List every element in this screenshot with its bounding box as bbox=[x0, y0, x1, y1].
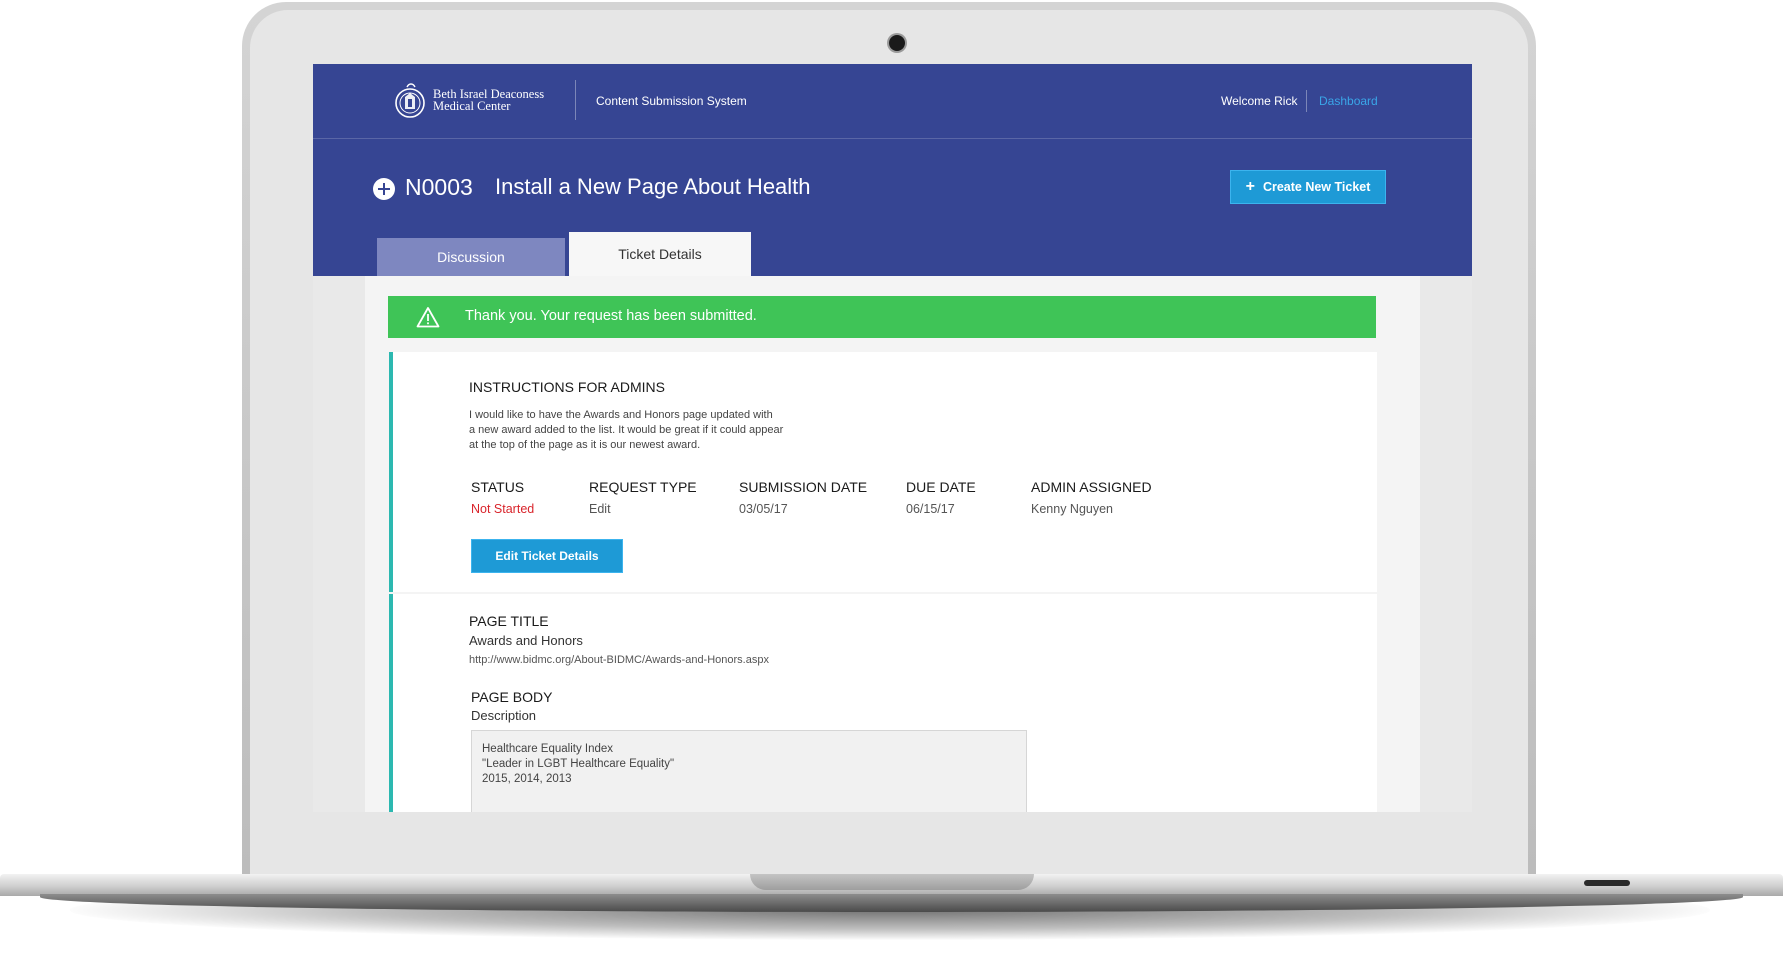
page-body-line: "Leader in LGBT Healthcare Equality" bbox=[482, 758, 675, 770]
bidmc-logo-icon bbox=[395, 83, 425, 118]
instructions-line: a new award added to the list. It would … bbox=[469, 424, 784, 436]
create-new-ticket-label: Create New Ticket bbox=[1262, 180, 1371, 194]
page-title-heading: PAGE TITLE bbox=[469, 613, 549, 629]
success-alert: Thank you. Your request has been submitt… bbox=[388, 296, 1376, 338]
instructions-line: at the top of the page as it is our newe… bbox=[469, 439, 701, 451]
submission-date-value: 03/05/17 bbox=[739, 502, 788, 516]
top-bar: Beth Israel Deaconess Medical Center Con… bbox=[313, 64, 1472, 139]
welcome-text: Welcome Rick bbox=[1221, 94, 1298, 108]
submission-date-field: SUBMISSION DATE 03/05/17 bbox=[739, 479, 867, 516]
admin-assigned-label: ADMIN ASSIGNED bbox=[1031, 479, 1152, 495]
instructions-heading: INSTRUCTIONS FOR ADMINS bbox=[469, 379, 666, 395]
page-title-value: Awards and Honors bbox=[469, 633, 583, 648]
page-url[interactable]: http://www.bidmc.org/About-BIDMC/Awards-… bbox=[469, 654, 769, 666]
submission-date-label: SUBMISSION DATE bbox=[739, 479, 868, 495]
header-divider-right bbox=[1306, 90, 1307, 112]
page-body-heading: PAGE BODY bbox=[471, 689, 553, 705]
plus-icon: + bbox=[1245, 178, 1255, 195]
webcam-icon bbox=[889, 35, 905, 51]
ticket-id: N0003 bbox=[405, 174, 473, 200]
status-label: STATUS bbox=[471, 479, 525, 495]
instructions-text: I would like to have the Awards and Hono… bbox=[469, 408, 829, 453]
request-type-field: REQUEST TYPE Edit bbox=[589, 479, 697, 516]
status-field: STATUS Not Started bbox=[471, 479, 534, 516]
create-new-ticket-button[interactable]: + Create New Ticket bbox=[1230, 170, 1386, 204]
edit-ticket-details-button[interactable]: Edit Ticket Details bbox=[471, 539, 623, 573]
admin-assigned-value: Kenny Nguyen bbox=[1031, 502, 1114, 516]
system-name: Content Submission System bbox=[596, 94, 747, 108]
page-content-card: PAGE TITLE Awards and Honors http://www.… bbox=[389, 594, 1377, 812]
header-divider bbox=[575, 80, 576, 120]
add-circle-icon[interactable] bbox=[373, 178, 395, 200]
org-name-line2: Medical Center bbox=[433, 99, 511, 113]
instructions-card: INSTRUCTIONS FOR ADMINS I would like to … bbox=[389, 352, 1377, 592]
ticket-title: Install a New Page About Health bbox=[495, 174, 811, 199]
tab-ticket-details[interactable]: Ticket Details bbox=[569, 232, 751, 276]
page-body-line: Healthcare Equality Index bbox=[482, 743, 614, 755]
instructions-line: I would like to have the Awards and Hono… bbox=[469, 409, 773, 421]
screen: Beth Israel Deaconess Medical Center Con… bbox=[313, 64, 1472, 812]
page-body-line: 2015, 2014, 2013 bbox=[482, 773, 572, 785]
org-name: Beth Israel Deaconess Medical Center bbox=[433, 88, 544, 113]
request-type-label: REQUEST TYPE bbox=[589, 479, 697, 495]
due-date-label: DUE DATE bbox=[906, 479, 976, 495]
admin-assigned-field: ADMIN ASSIGNED Kenny Nguyen bbox=[1031, 479, 1152, 516]
dashboard-link[interactable]: Dashboard bbox=[1319, 94, 1378, 108]
request-type-value: Edit bbox=[589, 502, 611, 516]
page-body-label: Description bbox=[471, 708, 537, 723]
tab-discussion[interactable]: Discussion bbox=[377, 238, 565, 276]
due-date-value: 06/15/17 bbox=[906, 502, 955, 516]
alert-message: Thank you. Your request has been submitt… bbox=[465, 308, 757, 324]
warning-triangle-icon bbox=[416, 307, 440, 328]
status-value: Not Started bbox=[471, 502, 535, 516]
page-body-description-box[interactable]: Healthcare Equality Index "Leader in LGB… bbox=[471, 730, 1027, 812]
due-date-field: DUE DATE 06/15/17 bbox=[906, 479, 976, 516]
laptop-notch bbox=[750, 874, 1034, 890]
header: Beth Israel Deaconess Medical Center Con… bbox=[313, 64, 1472, 276]
laptop-port bbox=[1584, 880, 1630, 886]
